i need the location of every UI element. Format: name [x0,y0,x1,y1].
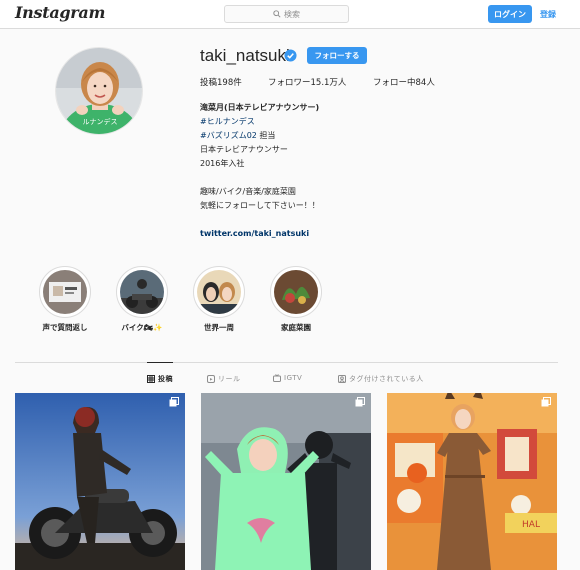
tab-label: IGTV [284,374,303,382]
profile-bio: 滝菜月(日本テレビアナウンサー) #ヒルナンデス #バズリズム02 担当 日本テ… [200,101,320,241]
tab-label: リール [218,375,241,383]
svg-text:ルナンデス: ルナンデス [83,117,118,126]
highlight-cover [43,270,87,314]
bio-text: 趣味/バイク/音楽/家庭菜園 [200,187,296,196]
post-thumbnail[interactable] [201,393,371,570]
tab-posts[interactable]: 投稿 [147,374,173,384]
post-thumbnail[interactable] [15,393,185,570]
hashtag-link[interactable]: #ヒルナンデス [200,117,255,126]
story-highlight[interactable] [193,266,245,318]
multiple-photos-icon [541,397,551,407]
story-highlight[interactable] [39,266,91,318]
followers-count[interactable]: フォロワー15.1万人 [268,76,346,88]
posts-count: 投稿198件 [200,78,242,88]
register-link[interactable]: 登録 [540,9,556,20]
search-icon [273,10,281,18]
post-image [15,393,185,570]
top-navigation-bar: Instagram 検索 ログイン 登録 [0,0,580,29]
active-tab-indicator [147,362,173,363]
highlight-cover [274,270,318,314]
tab-label: 投稿 [158,375,173,383]
story-highlight[interactable] [270,266,322,318]
bio-text: 気軽にフォローして下さいー！！ [200,201,320,210]
bio-full-name: 滝菜月(日本テレビアナウンサー) [200,103,320,112]
tab-tagged[interactable]: タグ付けされている人 [338,374,424,384]
tab-label: タグ付けされている人 [349,375,424,383]
multiple-photos-icon [355,397,365,407]
following-count[interactable]: フォロー中84人 [373,76,435,88]
highlight-label: 世界一周 [204,323,234,332]
search-input[interactable]: 検索 [224,5,349,23]
highlight-cover [120,270,164,314]
tab-reels[interactable]: リール [207,374,241,384]
verified-badge-icon [284,49,297,62]
highlight-label: 声で質問返し [42,323,88,332]
tabs-divider [15,362,558,363]
bio-external-link[interactable]: twitter.com/taki_natsuki [200,227,320,241]
reels-icon [207,375,215,383]
highlight-cover [197,270,241,314]
bio-text: 2016年入社 [200,159,245,168]
post-thumbnail[interactable]: HAL [387,393,557,570]
instagram-logo[interactable]: Instagram [15,3,105,22]
profile-avatar: ルナンデス [55,47,143,135]
tab-igtv[interactable]: IGTV [273,374,302,382]
highlight-label: 家庭菜園 [281,323,311,332]
highlight-label: バイク🏍✨ [121,323,163,332]
igtv-icon [273,374,281,382]
tagged-icon [338,375,346,383]
post-image [201,393,371,570]
multiple-photos-icon [169,397,179,407]
bio-text: 担当 [256,131,276,140]
bio-text: 日本テレビアナウンサー [200,145,288,154]
story-highlight[interactable] [116,266,168,318]
svg-text:HAL: HAL [522,520,540,530]
login-button[interactable]: ログイン [488,5,532,23]
post-image: HAL [387,393,557,570]
hashtag-link[interactable]: #バズリズム02 [200,131,257,140]
grid-icon [147,375,155,383]
follow-button[interactable]: フォローする [307,47,367,64]
profile-username: taki_natsuki [200,46,290,65]
search-placeholder: 検索 [284,9,300,19]
